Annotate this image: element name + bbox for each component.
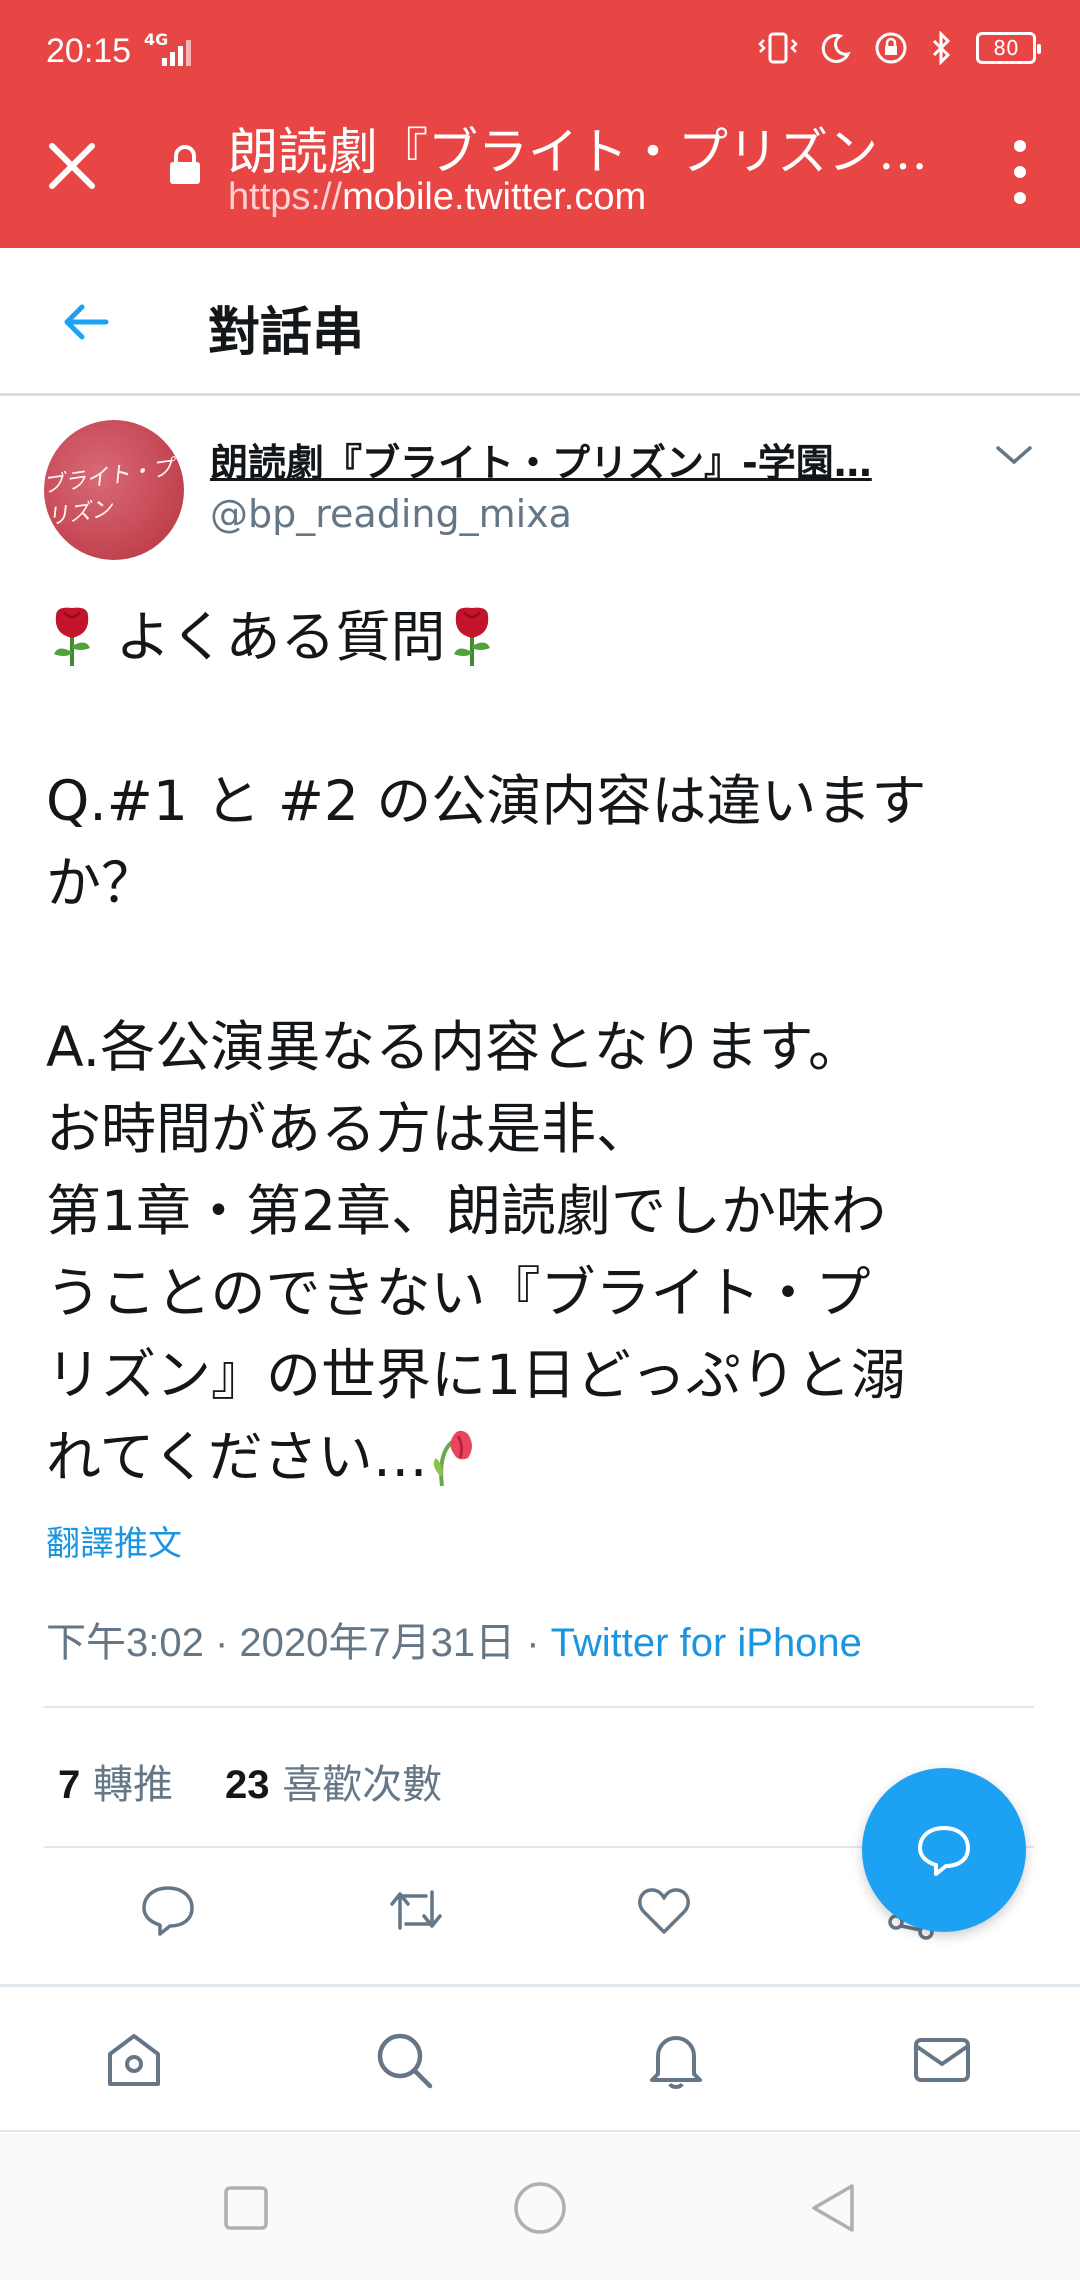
status-bar: 20:15 4G 80: [0, 0, 1080, 100]
wilted-flower-emoji-icon: [433, 1430, 472, 1487]
conversation-header: 對話串: [0, 248, 1080, 396]
page-url: https://mobile.twitter.com: [228, 176, 646, 219]
browser-tab-bar: 朗読劇『ブライト・プリズン』-学園… https://mobile.twitte…: [0, 100, 1080, 248]
tweet-stats: 7 轉推 23 喜歡次數: [58, 1752, 442, 1810]
likes-stat[interactable]: 23 喜歡次數: [225, 1762, 442, 1808]
header-title: 對話串: [208, 303, 365, 363]
like-icon[interactable]: [634, 1880, 694, 1940]
status-time: 20:15: [46, 32, 132, 70]
lock-icon: [170, 145, 200, 184]
overflow-menu-button[interactable]: [1012, 140, 1028, 204]
vibrate-icon: [758, 32, 798, 64]
back-arrow-icon[interactable]: [58, 294, 114, 350]
page-title: 朗読劇『ブライト・プリズン』-学園…: [228, 123, 928, 181]
url-protocol: https://: [228, 176, 343, 218]
compose-reply-button[interactable]: [862, 1768, 1026, 1932]
notifications-bell-icon[interactable]: [644, 2028, 708, 2092]
bluetooth-icon: [932, 31, 951, 65]
tweet-heading: よくある質問: [115, 605, 446, 669]
rotation-lock-icon: [875, 32, 907, 64]
likes-count: 23: [224, 1763, 270, 1807]
tweet-meta: 下午3:02 · 2020年7月31日 · Twitter for iPhone: [46, 1610, 862, 1668]
avatar[interactable]: ブライト・プリズン: [44, 420, 184, 560]
bottom-tab-bar: [0, 1988, 1080, 2132]
author-handle[interactable]: @bp_reading_mixa: [210, 492, 572, 536]
translate-tweet-link[interactable]: 翻譯推文: [46, 1516, 182, 1565]
avatar-logo-text: ブライト・プリズン: [44, 455, 176, 531]
home-icon[interactable]: [102, 2028, 166, 2092]
tweet-timestamp: 下午3:02 · 2020年7月31日 ·: [46, 1621, 551, 1665]
likes-label: 喜歡次數: [282, 1762, 443, 1808]
tweet-text: よくある質問 Q.#1 と #2 の公演内容は違います か？ A.各公演異なる内…: [46, 596, 1046, 1498]
battery-level: 80: [993, 36, 1019, 60]
custom-tab-header: 20:15 4G 80 朗読劇『ブライト・プリズン』 https://mobil…: [0, 0, 1080, 248]
rose-emoji-icon: [54, 607, 90, 666]
signal-icon: [162, 40, 191, 66]
home-circle-icon[interactable]: [510, 2178, 570, 2238]
reply-icon[interactable]: [138, 1880, 198, 1940]
author-name[interactable]: 朗読劇『ブライト・プリズン』-学園…: [210, 432, 930, 487]
messages-envelope-icon[interactable]: [910, 2028, 974, 2092]
retweet-icon[interactable]: [386, 1880, 446, 1940]
tweet-body: Q.#1 と #2 の公演内容は違います か？ A.各公演異なる内容となります。…: [46, 769, 927, 1489]
status-icons: 80: [758, 26, 1041, 70]
url-host: mobile.twitter.com: [342, 176, 647, 218]
rose-emoji-icon: [453, 607, 490, 666]
retweets-count: 7: [58, 1763, 81, 1807]
back-triangle-icon[interactable]: [804, 2178, 864, 2238]
divider: [0, 1984, 1080, 1987]
battery-indicator: 80: [976, 32, 1041, 64]
close-icon[interactable]: [44, 138, 100, 194]
search-icon[interactable]: [372, 2028, 436, 2092]
chevron-down-icon[interactable]: [992, 440, 1036, 470]
divider: [44, 1706, 1034, 1708]
retweets-stat[interactable]: 7 轉推: [58, 1762, 173, 1808]
tweet-source-link[interactable]: Twitter for iPhone: [551, 1621, 862, 1665]
retweets-label: 轉推: [92, 1762, 173, 1808]
chat-bubble-icon: [918, 1826, 970, 1876]
moon-icon: [821, 33, 851, 63]
system-navigation-bar: [0, 2134, 1080, 2280]
recents-square-icon[interactable]: [216, 2178, 276, 2238]
